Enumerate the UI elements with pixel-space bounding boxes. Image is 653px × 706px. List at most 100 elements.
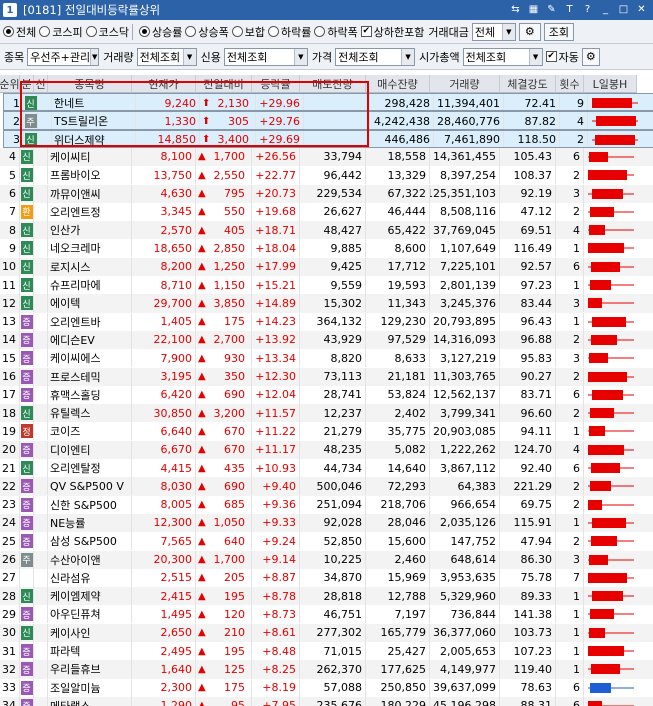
search-button[interactable]: 조회 [543,22,574,41]
column-header[interactable]: 매도잔량 [300,75,366,93]
cap-filter-select[interactable]: 전체조회 ▼ [462,47,543,66]
close-icon[interactable]: ✕ [634,2,649,17]
radio-sort-rise-rate[interactable]: 상승률 [139,24,182,40]
volume-cell: 20,903,085 [430,422,500,441]
table-row[interactable]: 9 신 네오크레마 18,650 ▲ 2,850 +18.04 9,885 8,600 1,107… [0,239,653,258]
table-row[interactable]: 18 신 유틸렉스 30,850 ▲ 3,200 +11.57 12,237 2,402 3,79… [0,404,653,423]
radio-market-all[interactable]: 전체 [3,24,36,40]
column-header[interactable]: 분 [20,75,34,93]
daily-candle [588,206,634,217]
volume-filter-select[interactable]: 전체조회 ▼ [136,47,197,66]
table-row[interactable]: 24 증 NE능률 12,300 ▲ 1,050 +9.33 92,028 28,046 2,03… [0,513,653,533]
help-icon[interactable]: ? [580,2,595,17]
up-triangle-icon: ▲ [198,389,206,401]
column-header[interactable]: 종목명 [48,75,132,93]
radio-market-kospi[interactable]: 코스피 [39,24,83,40]
change-value: 930 [224,351,245,365]
daily-candle [588,682,634,693]
table-row[interactable]: 2 주 TS트릴리온 1,330 ⬆ 305 +29.76 4,242,438 28,460,7… [3,111,653,130]
daily-candle [588,499,634,510]
table-row[interactable]: 14 증 에디슨EV 22,100 ▲ 2,700 +13.92 43,929 97,529 14… [0,330,653,350]
table-row[interactable]: 19 정 코이즈 6,640 ▲ 670 +11.22 21,279 35,775 20,903,… [0,422,653,441]
column-header[interactable]: 횟수 [556,75,584,93]
table-row[interactable]: 7 환 오리엔트정 3,345 ▲ 550 +19.68 26,627 46,444 8,508,… [0,202,653,221]
table-row[interactable]: 23 증 신한 S&P500 8,005 ▲ 685 +9.36 251,094 218,706… [0,495,653,514]
stock-name-cell: 오리엔탈정 [48,459,132,477]
column-header[interactable]: 체결강도 [500,75,556,93]
table-row[interactable]: 1 신 한네트 9,240 ⬆ 2,130 +29.96 298,428 11,394,401 7… [3,93,653,112]
table-row[interactable]: 30 신 케이사인 2,650 ▲ 210 +8.61 277,302 165,779 36,37… [0,623,653,642]
column-header[interactable]: 거래량 [430,75,500,93]
table-row[interactable]: 15 증 케이씨에스 7,900 ▲ 930 +13.34 8,820 8,633 3,127,2… [0,349,653,368]
table-row[interactable]: 4 신 케이씨티 8,100 ▲ 1,700 +26.56 33,794 18,558 14,36… [0,147,653,167]
volume-cell: 966,654 [430,495,500,514]
auto-checkbox[interactable]: ✔ 자동 [545,49,579,65]
radio-sort-flat[interactable]: 보합 [231,24,265,40]
table-row[interactable]: 27 신라섬유 2,515 ▲ 205 +8.87 34,870 15,969 3,953,63… [0,568,653,587]
sell-qty-cell: 8,820 [300,349,366,368]
stock-filter-select[interactable]: 우선주+관리 ▼ [27,47,100,66]
chevron-down-icon: ▼ [293,48,307,65]
table-row[interactable]: 26 주 수산아이앤 20,300 ▲ 1,700 +9.14 10,225 2,460 648,… [0,550,653,569]
count-cell: 4 [556,440,584,459]
table-row[interactable]: 33 증 조일알미늄 2,300 ▲ 175 +8.19 57,088 250,850 39,63… [0,678,653,697]
pin-icon[interactable]: ✎ [544,2,559,17]
radio-sort-rise-amount[interactable]: 상승폭 [185,24,229,40]
column-header[interactable]: 등락률 [252,75,300,93]
table-row[interactable]: 6 신 까뮤이앤씨 4,630 ▲ 795 +20.73 229,534 67,322 125,3… [0,184,653,203]
table-row[interactable]: 22 증 QV S&P500 V 8,030 ▲ 690 +9.40 500,046 72,29… [0,477,653,496]
table-row[interactable]: 13 증 오리엔트바 1,405 ▲ 175 +14.23 364,132 129,230 20,… [0,312,653,331]
minimize-icon[interactable]: _ [598,2,613,17]
column-header[interactable]: 전일대비 [196,75,252,93]
table-row[interactable]: 12 신 에이텍 29,700 ▲ 3,850 +14.89 15,302 11,343 3,24… [0,294,653,313]
table-row[interactable]: 28 신 케이엠제약 2,415 ▲ 195 +8.78 28,818 12,788 5,329,… [0,587,653,606]
font-icon[interactable]: T [562,2,577,17]
gear-button[interactable]: ⚙ [581,47,600,66]
table-row[interactable]: 17 증 휴맥스홀딩 6,420 ▲ 690 +12.04 28,741 53,824 12,56… [0,385,653,404]
settings-button[interactable]: ⚙ [518,22,541,41]
change-value: 1,050 [213,516,246,530]
table-row[interactable]: 32 증 우리들휴브 1,640 ▲ 125 +8.25 262,370 177,625 4,14… [0,660,653,679]
table-row[interactable]: 34증 메타랩스1,290▲ 95 +7.95235,676180,22945,196… [0,696,653,706]
column-header[interactable]: 매수잔량 [366,75,430,93]
table-row[interactable]: 11 신 슈프리마에 8,710 ▲ 1,150 +15.21 9,559 19,593 2,80… [0,276,653,294]
table-row[interactable]: 16 증 프로스테믹 3,195 ▲ 350 +12.30 73,113 21,181 11,30… [0,367,653,386]
radio-sort-fall-rate[interactable]: 하락률 [268,24,311,40]
limit-include-checkbox[interactable]: ✔ 상하한포함 [360,24,424,40]
radio-sort-fall-amount[interactable]: 하락폭 [314,24,358,40]
strength-cell: 118.50 [504,130,560,147]
credit-cell [34,239,48,258]
daily-candle [588,353,634,364]
change-cell: ▲ 120 [196,605,252,624]
grid-icon[interactable]: ▦ [526,2,541,17]
daily-candle [588,243,634,254]
price-filter-select[interactable]: 전체조회 ▼ [335,47,416,66]
rank-cell: 22 [0,477,20,496]
table-row[interactable]: 20 증 디이엔티 6,670 ▲ 670 +11.17 48,235 5,082 1,222,2… [0,440,653,459]
table-row[interactable]: 10 신 로지시스 8,200 ▲ 1,250 +17.99 9,425 17,712 7,225… [0,257,653,276]
table-row[interactable]: 29 증 아우딘퓨쳐 1,495 ▲ 120 +8.73 46,751 7,197 736,844… [0,605,653,624]
volume-amount-select[interactable]: 전체 ▼ [471,22,516,41]
column-header[interactable]: L일봉H [584,75,637,93]
rate-cell: +26.56 [252,147,300,166]
change-cell: ▲ 350 [196,367,252,386]
table-row[interactable]: 31 증 파라텍 2,495 ▲ 195 +8.48 71,015 25,427 2,005,65… [0,642,653,660]
maximize-icon[interactable]: □ [616,2,631,17]
sell-qty-cell: 277,302 [300,623,366,642]
badge-cell: 신 [20,404,34,423]
column-header[interactable]: 현재가 [132,75,196,93]
radio-market-kosdaq[interactable]: 코스닥 [85,24,129,40]
link-icon[interactable]: ⇆ [508,2,523,17]
table-row[interactable]: 5 신 프롬바이오 13,750 ▲ 2,550 +22.77 96,442 13,329 8,3… [0,166,653,185]
table-row[interactable]: 25 증 삼성 S&P500 7,565 ▲ 640 +9.24 52,850 15,600 14… [0,532,653,551]
column-header[interactable]: 순위 [0,75,20,93]
table-row[interactable]: 8 신 인산가 2,570 ▲ 405 +18.71 48,427 65,422 37,769,0… [0,221,653,240]
table-row[interactable]: 21 신 오리엔탈정 4,415 ▲ 435 +10.93 44,734 14,640 3,867… [0,459,653,477]
change-value: 795 [224,187,245,200]
strength-cell: 141.38 [500,605,556,624]
credit-filter-select[interactable]: 전체조회 ▼ [223,47,308,66]
column-header[interactable]: 신 [34,75,48,93]
volume-cell: 8,508,116 [430,202,500,221]
table-row[interactable]: 3 신 위더스제약 14,850 ⬆ 3,400 +29.69 446,486 7,461,89… [3,129,653,148]
count-cell: 3 [556,184,584,203]
